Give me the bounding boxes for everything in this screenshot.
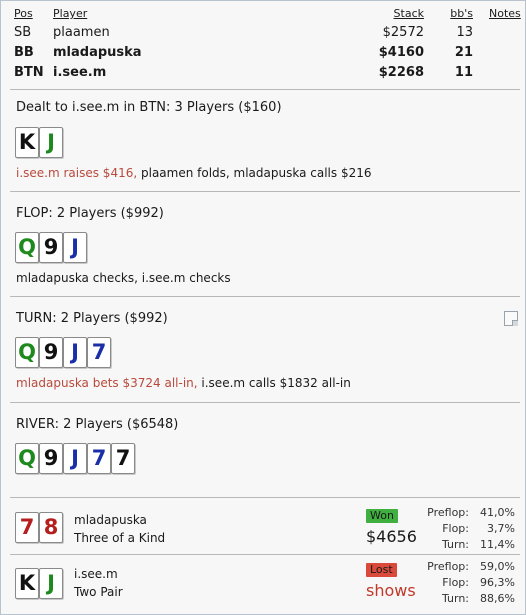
showdown-player-name: i.see.m: [74, 567, 118, 581]
flop-title: FLOP: 2 Players ($992): [16, 206, 164, 221]
showdown-player-name: mladapuska: [74, 513, 147, 527]
equity-label: Preflop:: [427, 560, 469, 573]
player-name: mladapuska: [53, 45, 142, 60]
shows-label: shows: [366, 581, 416, 600]
result-badge-won: Won: [366, 509, 398, 523]
player-stack: $2572: [382, 25, 424, 40]
preflop-action-rest: plaamen folds, mladapuska calls $216: [137, 166, 372, 180]
player-row: BTN i.see.m $2268 11: [1, 65, 525, 83]
card: Q: [15, 443, 39, 474]
preflop-action-hero: i.see.m raises $416,: [16, 166, 138, 180]
river-title: RIVER: 2 Players ($6548): [16, 417, 179, 432]
card: 7: [111, 443, 135, 474]
divider: [10, 296, 520, 297]
divider: [10, 554, 520, 555]
preflop-title: Dealt to i.see.m in BTN: 3 Players ($160…: [16, 100, 282, 115]
divider: [10, 191, 520, 192]
card: J: [39, 568, 63, 599]
card: 7: [15, 512, 39, 543]
equity-label: Turn:: [441, 592, 469, 605]
card: J: [63, 337, 87, 368]
equity-value: 88,6%: [480, 592, 515, 605]
col-bbs-header[interactable]: bb's: [450, 7, 473, 20]
player-bbs: 13: [456, 25, 473, 40]
player-row: BB mladapuska $4160 21: [1, 45, 525, 63]
showdown-hand-rank: Three of a Kind: [74, 531, 166, 545]
turn-action-rest: i.see.m calls $1832 all-in: [197, 376, 351, 390]
preflop-action: i.see.m raises $416, plaamen folds, mlad…: [16, 166, 372, 180]
card: K: [15, 568, 39, 599]
equity-value: 3,7%: [487, 522, 515, 535]
equity-label: Turn:: [441, 538, 469, 551]
card: Q: [15, 337, 39, 368]
hand-history-panel: Pos Player Stack bb's Notes SB plaamen $…: [0, 0, 526, 615]
card: J: [39, 127, 63, 158]
card: 7: [87, 443, 111, 474]
equity-label: Flop:: [442, 576, 469, 589]
divider: [10, 402, 520, 403]
won-amount: $4656: [366, 527, 417, 546]
card: J: [63, 443, 87, 474]
turn-action: mladapuska bets $3724 all-in, i.see.m ca…: [16, 376, 351, 390]
player-pos: BB: [14, 45, 34, 60]
equity-label: Flop:: [442, 522, 469, 535]
divider: [10, 89, 520, 90]
card: 9: [39, 337, 63, 368]
player-bbs: 11: [454, 65, 473, 80]
divider: [10, 497, 520, 498]
equity-value: 41,0%: [480, 506, 515, 519]
col-stack-header[interactable]: Stack: [394, 7, 424, 20]
card: Q: [15, 232, 39, 263]
result-badge-lost: Lost: [366, 563, 397, 577]
note-icon[interactable]: [504, 311, 518, 326]
player-stack: $2268: [378, 65, 424, 80]
card: 8: [39, 512, 63, 543]
player-pos: BTN: [14, 65, 44, 80]
col-player-header[interactable]: Player: [53, 7, 87, 20]
equity-value: 11,4%: [480, 538, 515, 551]
col-pos-header[interactable]: Pos: [14, 7, 33, 20]
player-stack: $4160: [378, 45, 424, 60]
showdown-hand-rank: Two Pair: [74, 585, 123, 599]
player-name: plaamen: [53, 25, 110, 40]
player-pos: SB: [14, 25, 32, 40]
card: K: [15, 127, 39, 158]
turn-title: TURN: 2 Players ($992): [16, 311, 168, 326]
card: 9: [39, 443, 63, 474]
equity-value: 59,0%: [480, 560, 515, 573]
player-row: SB plaamen $2572 13: [1, 25, 525, 43]
card: J: [63, 232, 87, 263]
col-notes-header[interactable]: Notes: [489, 7, 521, 20]
card: 9: [39, 232, 63, 263]
equity-label: Preflop:: [427, 506, 469, 519]
card: 7: [87, 337, 111, 368]
players-header: Pos Player Stack bb's Notes: [1, 7, 525, 25]
player-name: i.see.m: [53, 65, 107, 80]
player-bbs: 21: [454, 45, 473, 60]
equity-value: 96,3%: [480, 576, 515, 589]
turn-action-villain: mladapuska bets $3724 all-in,: [16, 376, 198, 390]
flop-action: mladapuska checks, i.see.m checks: [16, 271, 231, 285]
